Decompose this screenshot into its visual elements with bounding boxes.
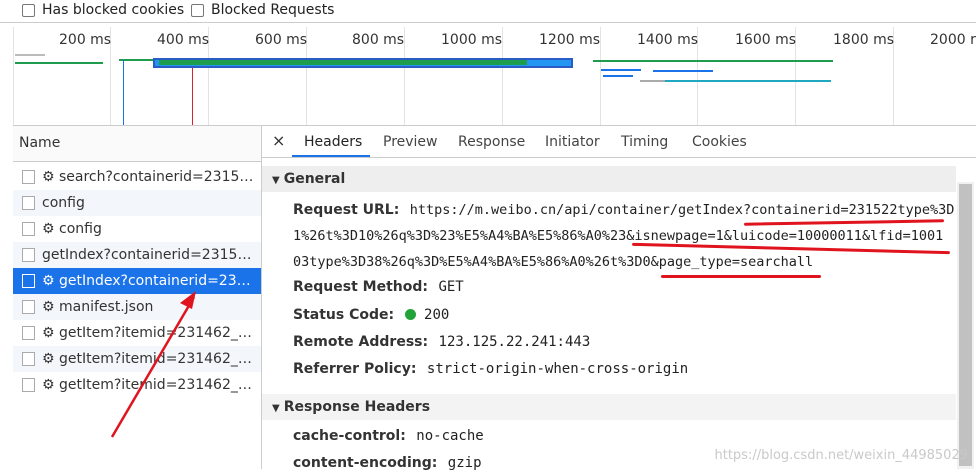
- request-url-row: Request URL: https://m.weibo.cn/api/cont…: [293, 202, 954, 218]
- grid-line: [600, 27, 601, 125]
- row-checkbox[interactable]: [22, 352, 35, 366]
- selected-request-download: [159, 60, 527, 65]
- request-bar: [593, 60, 833, 62]
- annotation-underline: [661, 275, 821, 278]
- cache-control-value: no-cache: [416, 428, 484, 444]
- arrow-shaft: [110, 296, 196, 438]
- request-bar: [603, 75, 633, 77]
- annotation-arrow: [110, 291, 196, 438]
- referrer-policy-label: Referrer Policy:: [293, 361, 417, 377]
- status-code-row: Status Code: 200: [293, 307, 449, 323]
- row-checkbox[interactable]: [22, 378, 35, 392]
- tick-label: 1600 ms: [735, 32, 797, 48]
- details-scrollbar[interactable]: [957, 182, 974, 469]
- status-ok-icon: [404, 309, 416, 320]
- arrow-head: [180, 291, 196, 309]
- tab-response[interactable]: Response: [458, 134, 525, 150]
- details-tab-bar: × Headers Preview Response Initiator Tim…: [262, 126, 976, 158]
- request-bar: [15, 54, 45, 56]
- request-method-row: Request Method: GET: [293, 279, 464, 295]
- request-details-panel: × Headers Preview Response Initiator Tim…: [262, 126, 976, 471]
- tick-label: 200 ms: [59, 32, 112, 48]
- grid-line: [502, 27, 503, 125]
- load-marker: [192, 60, 193, 125]
- network-overview-timeline[interactable]: 200 ms 400 ms 600 ms 800 ms 1000 ms 1200…: [13, 23, 976, 126]
- dom-content-loaded-marker: [123, 60, 124, 125]
- annotation-underline: [743, 219, 945, 226]
- tick-label: 600 ms: [255, 32, 308, 48]
- referrer-policy-value: strict-origin-when-cross-origin: [426, 361, 689, 377]
- request-url-label: Request URL:: [293, 202, 400, 218]
- request-bar: [653, 70, 713, 72]
- cache-control-row: cache-control: no-cache: [293, 428, 484, 444]
- table-row[interactable]: ⚙ config: [13, 216, 261, 242]
- collapse-triangle-icon: ▼: [272, 403, 280, 414]
- tab-preview[interactable]: Preview: [383, 134, 438, 150]
- remote-address-value: 123.125.22.241:443: [438, 334, 591, 350]
- row-checkbox[interactable]: [22, 274, 35, 288]
- row-checkbox[interactable]: [22, 222, 35, 236]
- remote-address-label: Remote Address:: [293, 334, 429, 350]
- filter-bar: Has blocked cookies Blocked Requests: [0, 0, 976, 23]
- grid-line: [404, 27, 405, 125]
- table-row[interactable]: config: [13, 190, 261, 216]
- collapse-triangle-icon: ▼: [272, 175, 280, 186]
- tab-headers[interactable]: Headers: [304, 134, 362, 150]
- tick-label: 400 ms: [157, 32, 210, 48]
- close-details-icon[interactable]: ×: [272, 131, 285, 150]
- blocked-requests-label: Blocked Requests: [211, 2, 335, 18]
- request-url-value: https://m.weibo.cn/api/container/getInde…: [409, 202, 955, 218]
- blocked-requests-checkbox[interactable]: Blocked Requests: [191, 2, 334, 18]
- name-column-header[interactable]: Name: [13, 126, 261, 162]
- status-code-value: 200: [424, 307, 450, 323]
- request-bar: [15, 62, 103, 64]
- tick-label: 800 ms: [352, 32, 405, 48]
- tab-initiator[interactable]: Initiator: [545, 134, 600, 150]
- tab-timing[interactable]: Timing: [621, 134, 668, 150]
- row-checkbox[interactable]: [22, 300, 35, 314]
- request-method-value: GET: [438, 279, 464, 295]
- request-bar: [601, 69, 641, 71]
- tick-label: 2000 r: [930, 32, 976, 48]
- response-headers-section-header[interactable]: ▼ Response Headers: [262, 394, 956, 420]
- request-url-value-line2: 1%26t%3D10%26q%3D%23%E5%A4%BA%E5%86%A0%2…: [293, 228, 944, 244]
- row-checkbox[interactable]: [22, 326, 35, 340]
- request-method-label: Request Method:: [293, 279, 428, 295]
- general-section-header[interactable]: ▼ General: [262, 166, 956, 192]
- request-url-value-line3: 03type%3D38%26q%3D%E5%A4%BA%E5%86%A0%26t…: [293, 254, 814, 270]
- cache-control-label: cache-control:: [293, 428, 406, 444]
- row-checkbox[interactable]: [22, 248, 35, 262]
- checkbox-box[interactable]: [191, 3, 204, 17]
- scrollbar-thumb[interactable]: [959, 184, 972, 466]
- row-checkbox[interactable]: [22, 196, 35, 210]
- tick-label: 1000 ms: [441, 32, 503, 48]
- referrer-policy-row: Referrer Policy: strict-origin-when-cros…: [293, 361, 688, 377]
- blocked-cookies-checkbox[interactable]: Has blocked cookies: [22, 2, 184, 18]
- annotation-underline: [632, 242, 950, 255]
- table-row[interactable]: getIndex?containerid=231522...: [13, 242, 261, 268]
- row-checkbox[interactable]: [22, 170, 35, 184]
- tick-label: 1400 ms: [637, 32, 699, 48]
- request-bar: [665, 80, 831, 82]
- tick-label: 1200 ms: [539, 32, 601, 48]
- active-tab-indicator: [292, 155, 370, 157]
- watermark: https://blog.csdn.net/weixin_44985029: [714, 448, 968, 463]
- remote-address-row: Remote Address: 123.125.22.241:443: [293, 334, 590, 350]
- tick-label: 1800 ms: [833, 32, 895, 48]
- checkbox-box[interactable]: [22, 3, 35, 17]
- grid-line: [13, 27, 14, 125]
- tab-cookies[interactable]: Cookies: [692, 134, 747, 150]
- blocked-cookies-label: Has blocked cookies: [42, 2, 185, 18]
- table-row[interactable]: ⚙ search?containerid=231522...: [13, 164, 261, 190]
- status-code-label: Status Code:: [293, 307, 395, 323]
